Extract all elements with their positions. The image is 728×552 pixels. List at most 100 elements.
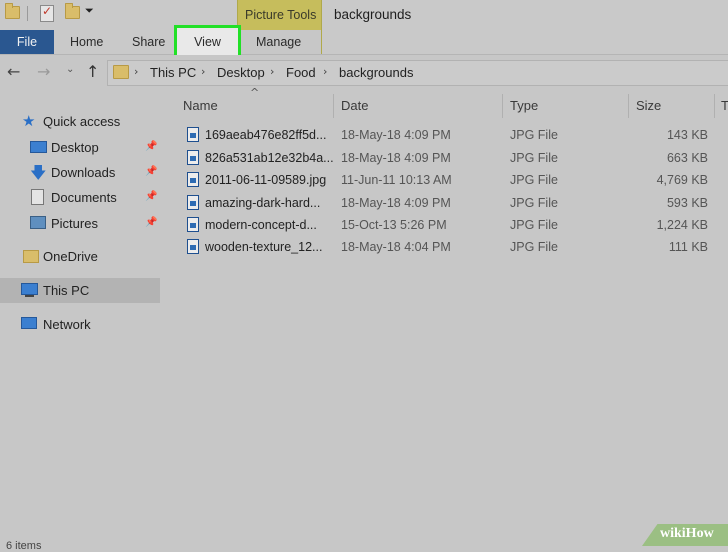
documents-icon (31, 189, 44, 205)
nav-label: Pictures (51, 216, 98, 231)
download-icon: 🡇 (30, 163, 47, 182)
column-divider[interactable] (333, 94, 334, 118)
file-size: 1,224 KB (656, 218, 708, 232)
nav-label: This PC (43, 283, 90, 298)
file-name: 826a531ab12e32b4a... (205, 151, 334, 165)
column-header-type[interactable]: Type (510, 98, 538, 113)
nav-network[interactable]: Network (0, 313, 160, 337)
tab-share[interactable]: Share (132, 30, 165, 54)
jpg-file-icon (187, 127, 199, 142)
nav-label: Downloads (51, 165, 116, 180)
jpg-file-icon (187, 239, 199, 254)
breadcrumb-chevron-icon[interactable]: › (134, 65, 138, 78)
column-header-name[interactable]: Name (183, 98, 218, 113)
properties-icon[interactable] (40, 4, 54, 22)
tab-manage[interactable]: Manage (256, 30, 301, 54)
breadcrumb-chevron-icon[interactable]: › (323, 65, 327, 78)
file-type: JPG File (510, 240, 558, 254)
tab-home[interactable]: Home (70, 30, 103, 54)
toolbar-divider (27, 6, 28, 21)
pin-icon[interactable]: 📌 (145, 217, 157, 228)
nav-label: Desktop (51, 140, 99, 155)
ribbon-tab-bar (0, 30, 728, 55)
breadcrumb-desktop[interactable]: Desktop (217, 65, 265, 80)
breadcrumb-food[interactable]: Food (286, 65, 316, 80)
up-arrow-icon[interactable]: ↑ (86, 62, 99, 81)
computer-stand-icon (25, 295, 34, 297)
pin-icon[interactable]: 📌 (145, 141, 157, 152)
file-date: 18-May-18 4:04 PM (341, 240, 451, 254)
file-date: 11-Jun-11 10:13 AM (341, 173, 452, 187)
nav-documents[interactable]: Documents 📌 (0, 186, 160, 210)
column-header-date[interactable]: Date (341, 98, 368, 113)
folder-icon (23, 250, 39, 263)
nav-downloads[interactable]: 🡇 Downloads 📌 (0, 161, 160, 185)
nav-desktop[interactable]: Desktop 📌 (0, 136, 160, 160)
file-row[interactable]: wooden-texture_12... 18-May-18 4:04 PM J… (182, 236, 728, 258)
file-name: wooden-texture_12... (205, 240, 323, 254)
nav-label: OneDrive (43, 249, 98, 264)
recent-locations-chevron-icon[interactable]: ⌄ (66, 64, 74, 75)
file-name: 2011-06-11-09589.jpg (205, 173, 327, 187)
computer-icon (21, 283, 38, 295)
nav-quick-access[interactable]: ★ Quick access (0, 110, 160, 134)
pin-icon[interactable]: 📌 (145, 191, 157, 202)
jpg-file-icon (187, 195, 199, 210)
forward-arrow-icon[interactable]: → (37, 62, 50, 81)
column-header-size[interactable]: Size (636, 98, 661, 113)
nav-this-pc[interactable]: This PC (0, 279, 160, 303)
nav-label: Documents (51, 190, 117, 205)
file-row[interactable]: 169aeab476e82ff5d... 18-May-18 4:09 PM J… (182, 124, 728, 146)
file-date: 15-Oct-13 5:26 PM (341, 218, 447, 232)
sort-ascending-icon: ^ (250, 86, 260, 99)
column-divider[interactable] (628, 94, 629, 118)
window-title: backgrounds (334, 7, 412, 22)
folder-icon[interactable] (5, 3, 20, 19)
column-divider[interactable] (502, 94, 503, 118)
file-date: 18-May-18 4:09 PM (341, 128, 451, 142)
file-size: 593 KB (666, 196, 708, 210)
file-type: JPG File (510, 196, 558, 210)
column-header-tags[interactable]: T (721, 98, 728, 113)
back-arrow-icon[interactable]: ← (7, 62, 20, 81)
file-date: 18-May-18 4:09 PM (341, 151, 451, 165)
nav-pictures[interactable]: Pictures 📌 (0, 212, 160, 236)
watermark-logo: wikiHow (660, 526, 714, 541)
desktop-icon (30, 141, 47, 153)
tab-view[interactable]: View (174, 25, 241, 59)
status-item-count: 6 items (6, 540, 42, 552)
network-icon (21, 317, 37, 329)
nav-label: Network (43, 317, 91, 332)
file-type: JPG File (510, 151, 558, 165)
file-size: 663 KB (666, 151, 708, 165)
breadcrumb-this-pc[interactable]: This PC (150, 65, 196, 80)
file-size: 143 KB (666, 128, 708, 142)
breadcrumb-chevron-icon[interactable]: › (201, 65, 205, 78)
nav-label: Quick access (43, 114, 121, 129)
file-row[interactable]: 2011-06-11-09589.jpg 11-Jun-11 10:13 AM … (182, 169, 728, 191)
file-size: 4,769 KB (656, 173, 708, 187)
file-row[interactable]: 826a531ab12e32b4a... 18-May-18 4:09 PM J… (182, 147, 728, 169)
star-icon: ★ (22, 112, 36, 130)
column-divider[interactable] (714, 94, 715, 118)
jpg-file-icon (187, 172, 199, 187)
file-name: modern-concept-d... (205, 218, 317, 232)
file-row[interactable]: amazing-dark-hard... 18-May-18 4:09 PM J… (182, 192, 728, 214)
breadcrumb-chevron-icon[interactable]: › (270, 65, 274, 78)
jpg-file-icon (187, 150, 199, 165)
context-tab-label: Picture Tools (245, 8, 317, 22)
new-folder-icon[interactable] (65, 3, 80, 19)
file-type: JPG File (510, 218, 558, 232)
customize-toolbar-dropdown-icon[interactable]: ⏷ (85, 4, 94, 18)
file-date: 18-May-18 4:09 PM (341, 196, 451, 210)
nav-onedrive[interactable]: OneDrive (0, 245, 160, 269)
jpg-file-icon (187, 217, 199, 232)
breadcrumb-backgrounds[interactable]: backgrounds (339, 65, 413, 80)
pin-icon[interactable]: 📌 (145, 166, 157, 177)
tab-file[interactable]: File (0, 30, 54, 54)
file-row[interactable]: modern-concept-d... 15-Oct-13 5:26 PM JP… (182, 214, 728, 236)
file-name: 169aeab476e82ff5d... (205, 128, 327, 142)
pictures-icon (30, 216, 46, 229)
file-size: 111 KB (668, 240, 708, 254)
file-type: JPG File (510, 173, 558, 187)
